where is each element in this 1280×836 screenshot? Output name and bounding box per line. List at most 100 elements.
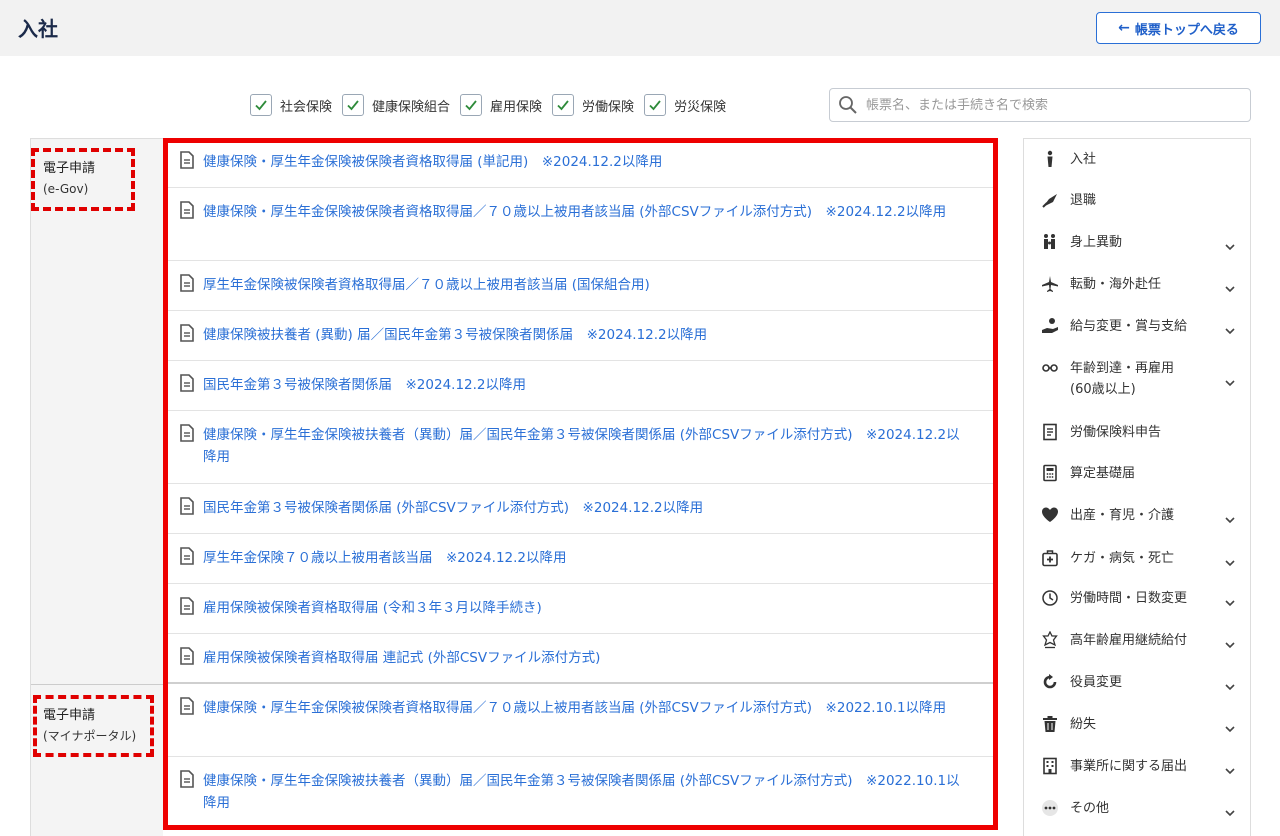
document-icon	[1040, 422, 1060, 442]
list-item[interactable]: 国民年金第３号被保険者関係届 (外部CSVファイル添付方式) ※2024.12.…	[163, 484, 998, 534]
sidebar-item-sonota[interactable]: その他	[1024, 798, 1250, 819]
chevron-down-icon[interactable]	[1224, 762, 1236, 775]
back-button-label: 帳票トップへ戻る	[1134, 22, 1239, 38]
sidebar-item-label: ケガ・病気・死亡	[1070, 551, 1175, 566]
list-item[interactable]: 健康保険・厚生年金保険被保険者資格取得届／７０歳以上被用者該当届 (外部CSVフ…	[163, 684, 998, 757]
sidebar-item-label: 労働保険料申告	[1070, 425, 1162, 440]
form-link[interactable]: 健康保険・厚生年金保険被扶養者（異動）届／国民年金第３号被保険者関係届 (外部C…	[203, 424, 973, 468]
checkbox[interactable]	[460, 94, 483, 116]
document-icon	[179, 547, 195, 565]
page-header: 入社 ← 帳票トップへ戻る	[0, 0, 1280, 56]
sidebar-item-label: 役員変更	[1070, 675, 1123, 690]
document-icon	[179, 151, 195, 169]
list-item[interactable]: 国民年金第３号被保険者関係届 ※2024.12.2以降用	[163, 361, 998, 411]
filter-koyo-hoken[interactable]: 雇用保険	[460, 94, 542, 116]
money-hand-icon	[1040, 316, 1060, 336]
filter-shakai-hoken[interactable]: 社会保険	[250, 94, 332, 116]
document-icon	[179, 201, 195, 219]
sidebar-item-jigyosho[interactable]: 事業所に関する届出	[1024, 756, 1250, 777]
first-aid-icon	[1040, 548, 1060, 568]
form-link[interactable]: 厚生年金保険７０歳以上被用者該当届 ※2024.12.2以降用	[203, 547, 567, 569]
sidebar-item-santei-kiso[interactable]: 算定基礎届	[1024, 463, 1250, 484]
sidebar-item-nyusha[interactable]: 入社	[1024, 149, 1250, 170]
insurance-filters: 社会保険 健康保険組合 雇用保険 労働保険 労災保険	[250, 92, 736, 118]
chevron-down-icon[interactable]	[1224, 678, 1236, 691]
filter-rosai-hoken[interactable]: 労災保険	[644, 94, 726, 116]
page-title: 入社	[18, 17, 58, 41]
sidebar-item-rodo-hokenryo[interactable]: 労働保険料申告	[1024, 422, 1250, 443]
form-link[interactable]: 健康保険・厚生年金保険被扶養者（異動）届／国民年金第３号被保険者関係届 (外部C…	[203, 770, 973, 814]
filter-label: 社会保険	[280, 99, 333, 115]
sidebar-item-kyuyo-henko[interactable]: 給与変更・賞与支給	[1024, 316, 1250, 337]
form-link[interactable]: 健康保険・厚生年金保険被保険者資格取得届 (単記用) ※2024.12.2以降用	[203, 151, 662, 173]
search-box	[829, 88, 1251, 122]
chevron-down-icon[interactable]	[1224, 374, 1236, 387]
chevron-down-icon[interactable]	[1224, 322, 1236, 335]
document-icon	[179, 374, 195, 392]
chevron-down-icon[interactable]	[1224, 804, 1236, 817]
check-icon	[557, 100, 569, 111]
sidebar-item-nenrei-totatsu[interactable]: 年齢到達・再雇用 (60歳以上)	[1024, 358, 1250, 400]
sidebar-item-taishoku[interactable]: 退職	[1024, 190, 1250, 211]
list-item[interactable]: 雇用保険被保険者資格取得届 (令和３年３月以降手続き)	[163, 584, 998, 634]
sidebar-item-shussan[interactable]: 出産・育児・介護	[1024, 505, 1250, 526]
sidebar-item-kega[interactable]: ケガ・病気・死亡	[1024, 548, 1250, 569]
clock-icon	[1040, 588, 1060, 608]
category-sidebar: 入社 退職 身上異動 転動・海外赴任 給与変更・賞与支給 年齢到達・再雇用 (6…	[1023, 138, 1251, 836]
checkbox[interactable]	[644, 94, 667, 116]
chevron-down-icon[interactable]	[1224, 554, 1236, 567]
list-item[interactable]: 厚生年金保険被保険者資格取得届／７０歳以上被用者該当届 (国保組合用)	[163, 261, 998, 311]
chevron-down-icon[interactable]	[1224, 511, 1236, 524]
form-link[interactable]: 健康保険・厚生年金保険被保険者資格取得届／７０歳以上被用者該当届 (外部CSVフ…	[203, 697, 946, 719]
sidebar-item-yakuin-henko[interactable]: 役員変更	[1024, 672, 1250, 693]
list-item[interactable]: 厚生年金保険７０歳以上被用者該当届 ※2024.12.2以降用	[163, 534, 998, 584]
form-link[interactable]: 国民年金第３号被保険者関係届 (外部CSVファイル添付方式) ※2024.12.…	[203, 497, 703, 519]
refresh-icon	[1040, 672, 1060, 692]
sidebar-item-label: 退職	[1070, 193, 1097, 208]
list-item[interactable]: 健康保険・厚生年金保険被扶養者（異動）届／国民年金第３号被保険者関係届 (外部C…	[163, 757, 998, 830]
checkbox[interactable]	[250, 94, 272, 116]
check-icon	[347, 100, 359, 111]
sidebar-item-label: 入社	[1070, 152, 1097, 167]
form-link[interactable]: 厚生年金保険被保険者資格取得届／７０歳以上被用者該当届 (国保組合用)	[203, 274, 650, 296]
search-icon	[839, 96, 857, 114]
sidebar-item-funshitsu[interactable]: 紛失	[1024, 714, 1250, 735]
form-link[interactable]: 健康保険被扶養者 (異動) 届／国民年金第３号被保険者関係届 ※2024.12.…	[203, 324, 707, 346]
building-icon	[1040, 756, 1060, 776]
sidebar-item-shinjo-ido[interactable]: 身上異動	[1024, 232, 1250, 253]
document-icon	[179, 497, 195, 515]
list-item[interactable]: 健康保険・厚生年金保険被扶養者（異動）届／国民年金第３号被保険者関係届 (外部C…	[163, 411, 998, 484]
sidebar-item-label: その他	[1070, 801, 1110, 816]
check-icon	[465, 100, 477, 111]
form-link[interactable]: 健康保険・厚生年金保険被保険者資格取得届／７０歳以上被用者該当届 (外部CSVフ…	[203, 201, 946, 223]
form-link[interactable]: 国民年金第３号被保険者関係届 ※2024.12.2以降用	[203, 374, 526, 396]
sidebar-item-label: 年齢到達・再雇用 (60歳以上)	[1070, 361, 1175, 397]
checkbox[interactable]	[552, 94, 575, 116]
list-item[interactable]: 健康保険被扶養者 (異動) 届／国民年金第３号被保険者関係届 ※2024.12.…	[163, 311, 998, 361]
sidebar-item-label: 転動・海外赴任	[1070, 277, 1162, 292]
chevron-down-icon[interactable]	[1224, 594, 1236, 607]
annotation-dashed-box	[31, 148, 135, 211]
annotation-dashed-box	[33, 695, 154, 757]
form-link[interactable]: 雇用保険被保険者資格取得届 連記式 (外部CSVファイル添付方式)	[203, 647, 600, 669]
sidebar-item-rodo-jikan[interactable]: 労働時間・日数変更	[1024, 588, 1250, 609]
chevron-down-icon[interactable]	[1224, 280, 1236, 293]
sidebar-item-tendo[interactable]: 転動・海外赴任	[1024, 274, 1250, 295]
list-item[interactable]: 雇用保険被保険者資格取得届 連記式 (外部CSVファイル添付方式)	[163, 634, 998, 684]
sidebar-item-konenrei-koyo[interactable]: 高年齢雇用継続給付	[1024, 630, 1250, 651]
filter-label: 健康保険組合	[372, 99, 451, 115]
list-item[interactable]: 健康保険・厚生年金保険被保険者資格取得届 (単記用) ※2024.12.2以降用	[163, 138, 998, 188]
leaving-icon	[1040, 190, 1060, 210]
filter-kenko-hoken-kumiai[interactable]: 健康保険組合	[342, 94, 450, 116]
form-link[interactable]: 雇用保険被保険者資格取得届 (令和３年３月以降手続き)	[203, 597, 542, 619]
list-item[interactable]: 健康保険・厚生年金保険被保険者資格取得届／７０歳以上被用者該当届 (外部CSVフ…	[163, 188, 998, 261]
back-to-top-button[interactable]: ← 帳票トップへ戻る	[1096, 12, 1261, 44]
family-icon	[1040, 232, 1060, 252]
search-input[interactable]	[866, 97, 1236, 113]
checkbox[interactable]	[342, 94, 365, 116]
document-icon	[179, 697, 195, 715]
chevron-down-icon[interactable]	[1224, 720, 1236, 733]
filter-rodo-hoken[interactable]: 労働保険	[552, 94, 634, 116]
chevron-down-icon[interactable]	[1224, 238, 1236, 251]
chevron-down-icon[interactable]	[1224, 636, 1236, 649]
